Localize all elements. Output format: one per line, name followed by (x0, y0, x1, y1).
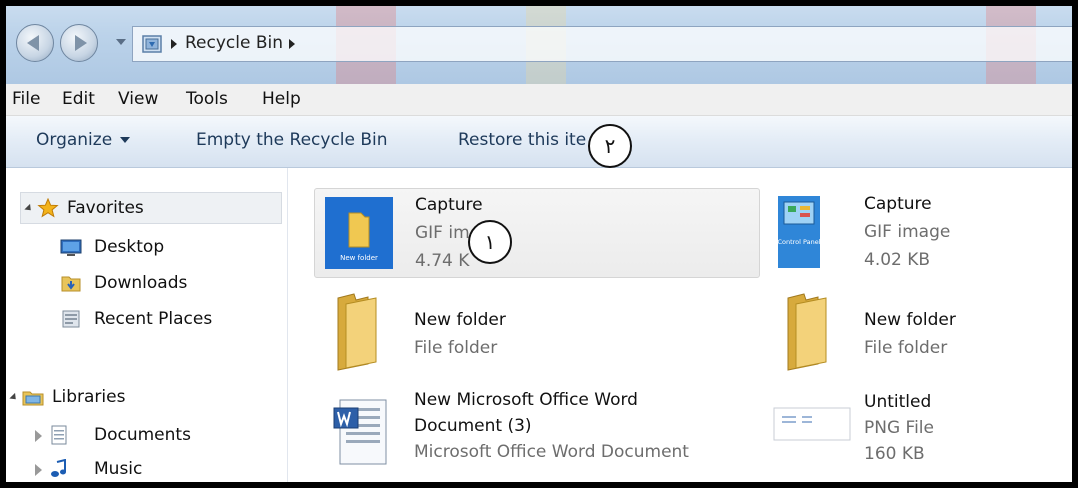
empty-recycle-bin-button[interactable]: Empty the Recycle Bin (196, 130, 388, 150)
file-type: File folder (414, 338, 498, 358)
address-box[interactable]: Recycle Bin (132, 26, 1072, 62)
nav-music-label: Music (94, 459, 143, 479)
nav-libraries-label: Libraries (52, 387, 126, 407)
downloads-folder-icon (61, 276, 81, 292)
breadcrumb-separator-icon[interactable] (171, 39, 177, 49)
music-note-icon (51, 459, 66, 477)
nav-music[interactable]: Music (6, 454, 288, 482)
explorer-window: Recycle Bin File Edit View Tools Help Or… (6, 6, 1072, 482)
menu-view[interactable]: View (118, 89, 158, 109)
file-size: 4.74 K (415, 251, 470, 271)
nav-recent-places[interactable]: Recent Places (6, 304, 288, 336)
file-item-word-document[interactable]: New Microsoft Office Word Document (3) M… (314, 386, 760, 476)
expand-arrow-icon[interactable] (24, 203, 34, 214)
nav-documents[interactable]: Documents (6, 420, 288, 452)
file-type: GIF image (864, 222, 951, 242)
nav-downloads-label: Downloads (94, 273, 188, 293)
expand-arrow-icon[interactable] (35, 464, 42, 476)
file-name-line-1: New Microsoft Office Word (414, 390, 638, 410)
file-type: PNG File (864, 418, 934, 438)
desktop-icon (60, 239, 82, 256)
file-item-new-folder-2[interactable]: New folder File folder (778, 292, 1068, 372)
png-thumbnail-icon (773, 407, 851, 441)
thumbnail-caption: New folder (340, 254, 378, 262)
nav-libraries[interactable]: Libraries (6, 382, 288, 414)
address-bar-area: Recycle Bin (6, 6, 1072, 84)
breadcrumb-separator-icon[interactable] (289, 39, 295, 49)
callout-one: ١ (468, 220, 512, 264)
organize-label: Organize (36, 130, 113, 150)
file-list-pane: New folder Capture GIF im 4.74 K Control… (288, 168, 1072, 482)
file-name: New folder (414, 310, 506, 330)
nav-desktop-label: Desktop (94, 237, 165, 257)
organize-button[interactable]: Organize (36, 130, 131, 150)
file-name: Capture (864, 194, 932, 214)
menu-bar: File Edit View Tools Help (6, 84, 1072, 116)
file-item-new-folder-1[interactable]: New folder File folder (314, 292, 760, 372)
file-type: GIF im (415, 223, 470, 243)
chevron-down-icon (120, 137, 131, 143)
file-name-line-2: Document (3) (414, 416, 532, 436)
menu-edit[interactable]: Edit (62, 89, 95, 109)
file-name: Capture (415, 195, 483, 215)
file-name: Untitled (864, 392, 932, 412)
folder-icon (337, 293, 377, 371)
nav-favorites-label: Favorites (67, 198, 144, 218)
menu-tools[interactable]: Tools (186, 89, 228, 109)
word-document-icon (333, 399, 387, 465)
thumbnail-caption: Control Panel (778, 238, 820, 246)
recent-pages-dropdown-icon[interactable] (116, 39, 126, 45)
nav-desktop[interactable]: Desktop (6, 232, 288, 264)
folder-gif-thumbnail-icon: New folder (325, 197, 393, 269)
callout-two: ٢ (588, 124, 632, 168)
file-type: Microsoft Office Word Document (414, 442, 689, 462)
recycle-bin-icon (142, 35, 162, 53)
command-bar: Organize Empty the Recycle Bin Restore t… (6, 116, 1072, 168)
expand-arrow-icon[interactable] (35, 430, 42, 442)
file-name: New folder (864, 310, 956, 330)
file-item-capture-2[interactable]: Control Panel Capture GIF image 4.02 KB (778, 188, 1068, 278)
restore-item-button[interactable]: Restore this ite (458, 130, 586, 150)
back-arrow-icon (27, 35, 39, 51)
file-item-capture-1[interactable]: New folder Capture GIF im 4.74 K (314, 188, 760, 278)
documents-icon (51, 425, 67, 445)
control-panel-gif-thumbnail-icon: Control Panel (778, 196, 820, 268)
back-button[interactable] (16, 24, 54, 62)
file-size: 160 KB (864, 444, 925, 464)
menu-file[interactable]: File (12, 89, 40, 109)
expand-arrow-icon[interactable] (9, 392, 19, 403)
libraries-icon (22, 391, 44, 406)
nav-documents-label: Documents (94, 425, 191, 445)
file-item-untitled-png[interactable]: Untitled PNG File 160 KB (772, 386, 1068, 476)
menu-help[interactable]: Help (262, 89, 301, 109)
nav-recent-places-label: Recent Places (94, 309, 213, 329)
file-size: 4.02 KB (864, 250, 931, 270)
breadcrumb-recycle-bin[interactable]: Recycle Bin (185, 33, 283, 53)
nav-downloads[interactable]: Downloads (6, 268, 288, 300)
forward-arrow-icon (75, 35, 87, 51)
folder-icon (787, 293, 827, 371)
star-icon (37, 198, 59, 218)
forward-button[interactable] (60, 24, 98, 62)
navigation-pane: Favorites Desktop Downloads Recent Place… (6, 168, 288, 482)
recent-places-icon (62, 310, 80, 328)
file-type: File folder (864, 338, 948, 358)
nav-favorites[interactable]: Favorites (20, 192, 282, 224)
